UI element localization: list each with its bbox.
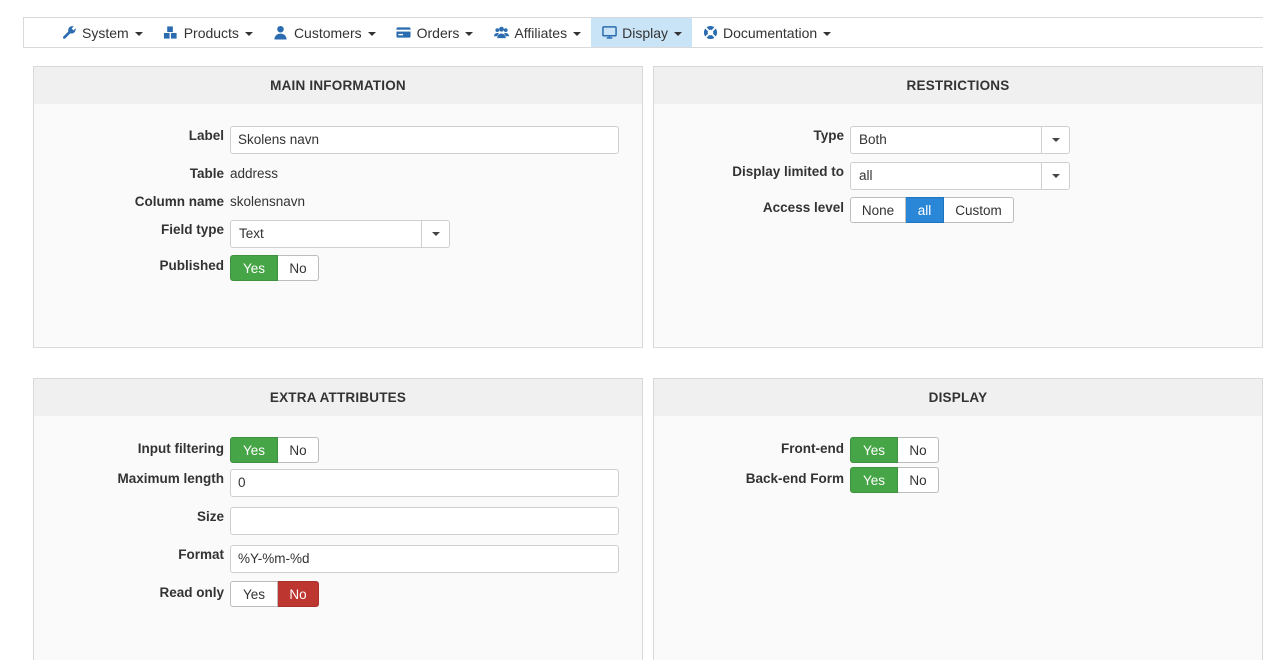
- nav-affiliates[interactable]: Affiliates: [483, 18, 591, 47]
- extra-attributes-panel: EXTRA ATTRIBUTES Input filtering Yes No …: [33, 378, 643, 660]
- cubes-icon: [163, 25, 179, 41]
- column-name-value: skolensnavn: [230, 194, 306, 209]
- column-name-label: Column name: [134, 194, 224, 209]
- access-none-button[interactable]: None: [850, 197, 906, 223]
- main-information-panel: MAIN INFORMATION Label Skolens navn Tabl…: [33, 66, 643, 348]
- display-limited-value: all: [859, 168, 873, 183]
- nav-products[interactable]: Products: [153, 18, 263, 47]
- type-label: Type: [813, 128, 844, 143]
- nav-affiliates-label: Affiliates: [514, 24, 568, 41]
- nav-documentation[interactable]: Documentation: [692, 18, 841, 47]
- format-label: Format: [178, 547, 224, 562]
- dropdown-toggle[interactable]: [1041, 163, 1069, 189]
- label-input[interactable]: Skolens navn: [230, 126, 619, 154]
- input-filtering-no-button[interactable]: No: [278, 437, 319, 463]
- lifebuoy-icon: [702, 25, 718, 41]
- published-no-button[interactable]: No: [278, 255, 319, 281]
- restrictions-panel: RESTRICTIONS Type Both Display limited t…: [653, 66, 1263, 348]
- monitor-icon: [601, 25, 617, 41]
- published-label: Published: [159, 258, 224, 273]
- nav-menu: System Products Customers Orders Affilia…: [51, 18, 841, 47]
- panel-title: RESTRICTIONS: [654, 67, 1262, 104]
- access-custom-button[interactable]: Custom: [944, 197, 1014, 223]
- chevron-down-icon: [367, 31, 376, 36]
- access-level-toggle: None all Custom: [850, 197, 1014, 223]
- back-end-form-no-button[interactable]: No: [898, 467, 939, 493]
- size-label: Size: [196, 509, 224, 524]
- nav-orders[interactable]: Orders: [386, 18, 484, 47]
- published-yes-button[interactable]: Yes: [230, 255, 278, 281]
- nav-customers-label: Customers: [293, 24, 362, 41]
- front-end-toggle: Yes No: [850, 437, 939, 463]
- field-type-select[interactable]: Text: [230, 220, 450, 248]
- nav-customers[interactable]: Customers: [263, 18, 386, 47]
- table-label: Table: [189, 166, 224, 181]
- access-level-label: Access level: [762, 200, 844, 215]
- display-panel: DISPLAY Front-end Yes No Back-end Form Y…: [653, 378, 1263, 660]
- read-only-yes-button[interactable]: Yes: [230, 581, 278, 607]
- users-icon: [493, 25, 509, 41]
- read-only-no-button[interactable]: No: [278, 581, 319, 607]
- front-end-yes-button[interactable]: Yes: [850, 437, 898, 463]
- chevron-down-icon: [431, 232, 440, 236]
- chevron-down-icon: [823, 31, 832, 36]
- chevron-down-icon: [1051, 138, 1060, 142]
- chevron-down-icon: [134, 31, 143, 36]
- top-navbar: System Products Customers Orders Affilia…: [23, 17, 1263, 48]
- user-icon: [273, 25, 289, 41]
- chevron-down-icon: [674, 31, 682, 36]
- type-value: Both: [859, 132, 887, 147]
- chevron-down-icon: [573, 31, 582, 36]
- table-value: address: [230, 166, 279, 181]
- published-toggle: Yes No: [230, 255, 319, 281]
- wrench-icon: [61, 25, 77, 41]
- maximum-length-label: Maximum length: [117, 471, 224, 486]
- field-type-label: Field type: [160, 222, 224, 237]
- read-only-label: Read only: [159, 585, 224, 600]
- input-filtering-toggle: Yes No: [230, 437, 319, 463]
- back-end-form-yes-button[interactable]: Yes: [850, 467, 898, 493]
- nav-documentation-label: Documentation: [723, 24, 818, 41]
- chevron-down-icon: [465, 31, 474, 36]
- nav-system[interactable]: System: [51, 18, 153, 47]
- front-end-label: Front-end: [781, 441, 844, 456]
- field-type-value: Text: [239, 226, 264, 241]
- maximum-length-input[interactable]: 0: [230, 469, 619, 497]
- display-limited-label: Display limited to: [732, 164, 844, 179]
- input-filtering-yes-button[interactable]: Yes: [230, 437, 278, 463]
- label-field-label: Label: [188, 128, 224, 143]
- nav-products-label: Products: [183, 24, 239, 41]
- display-limited-select[interactable]: all: [850, 162, 1070, 190]
- panel-title: EXTRA ATTRIBUTES: [34, 379, 642, 416]
- nav-display-label: Display: [622, 24, 668, 41]
- panel-title: DISPLAY: [654, 379, 1262, 416]
- input-filtering-label: Input filtering: [137, 441, 224, 456]
- nav-display[interactable]: Display: [591, 18, 692, 47]
- size-input[interactable]: [230, 507, 619, 535]
- back-end-form-toggle: Yes No: [850, 467, 939, 493]
- front-end-no-button[interactable]: No: [898, 437, 939, 463]
- chevron-down-icon: [244, 31, 253, 36]
- chevron-down-icon: [1051, 174, 1060, 178]
- nav-orders-label: Orders: [416, 24, 460, 41]
- nav-system-label: System: [82, 24, 129, 41]
- access-all-button[interactable]: all: [906, 197, 944, 223]
- type-select[interactable]: Both: [850, 126, 1070, 154]
- credit-card-icon: [396, 25, 412, 41]
- format-input[interactable]: %Y-%m-%d: [230, 545, 619, 573]
- read-only-toggle: Yes No: [230, 581, 319, 607]
- back-end-form-label: Back-end Form: [745, 471, 844, 486]
- dropdown-toggle[interactable]: [1041, 127, 1069, 153]
- dropdown-toggle[interactable]: [421, 221, 449, 247]
- panel-title: MAIN INFORMATION: [34, 67, 642, 104]
